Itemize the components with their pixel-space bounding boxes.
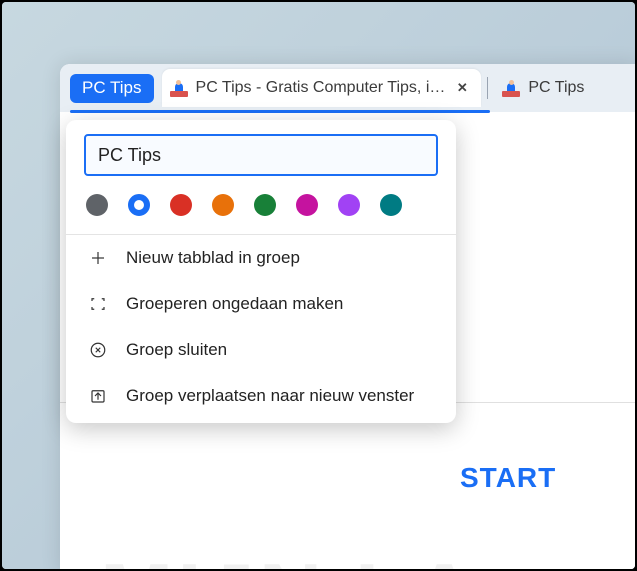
favicon-icon [502, 79, 520, 97]
menu-label: Groep verplaatsen naar nieuw venster [126, 386, 414, 406]
favicon-icon [170, 79, 188, 97]
color-swatch-purple[interactable] [338, 194, 360, 216]
menu-new-tab-in-group[interactable]: Nieuw tabblad in groep [66, 235, 456, 281]
color-swatch-green[interactable] [254, 194, 276, 216]
ungroup-icon [88, 294, 108, 314]
tab-title: PC Tips [528, 79, 584, 97]
color-swatch-blue[interactable] [128, 194, 150, 216]
color-swatch-teal[interactable] [380, 194, 402, 216]
tab-separator [487, 77, 488, 99]
close-circle-icon [88, 340, 108, 360]
menu-label: Groep sluiten [126, 340, 227, 360]
tab-strip: PC Tips PC Tips - Gratis Computer Tips, … [60, 64, 635, 112]
tab-group-underline [70, 110, 490, 113]
close-icon[interactable]: ✕ [453, 79, 471, 97]
plus-icon [88, 248, 108, 268]
tab-group-context-menu: Nieuw tabblad in groep Groeperen ongedaa… [66, 120, 456, 423]
new-window-icon [88, 386, 108, 406]
background-text: MIJN LA [100, 544, 480, 569]
menu-close-group[interactable]: Groep sluiten [66, 327, 456, 373]
menu-move-to-new-window[interactable]: Groep verplaatsen naar nieuw venster [66, 373, 456, 419]
menu-label: Groeperen ongedaan maken [126, 294, 343, 314]
color-swatch-red[interactable] [170, 194, 192, 216]
browser-tab[interactable]: PC Tips - Gratis Computer Tips, i… ✕ [162, 69, 482, 107]
color-swatch-pink[interactable] [296, 194, 318, 216]
menu-ungroup[interactable]: Groeperen ongedaan maken [66, 281, 456, 327]
tab-group-chip[interactable]: PC Tips [70, 74, 154, 103]
menu-label: Nieuw tabblad in groep [126, 248, 300, 268]
tab-title: PC Tips - Gratis Computer Tips, i… [196, 79, 446, 97]
group-color-picker [66, 190, 456, 234]
group-name-input[interactable] [84, 134, 438, 176]
browser-tab[interactable]: PC Tips [494, 69, 594, 107]
browser-window: PC Tips PC Tips - Gratis Computer Tips, … [60, 64, 635, 569]
color-swatch-grey[interactable] [86, 194, 108, 216]
color-swatch-orange[interactable] [212, 194, 234, 216]
start-link[interactable]: START [460, 462, 556, 494]
